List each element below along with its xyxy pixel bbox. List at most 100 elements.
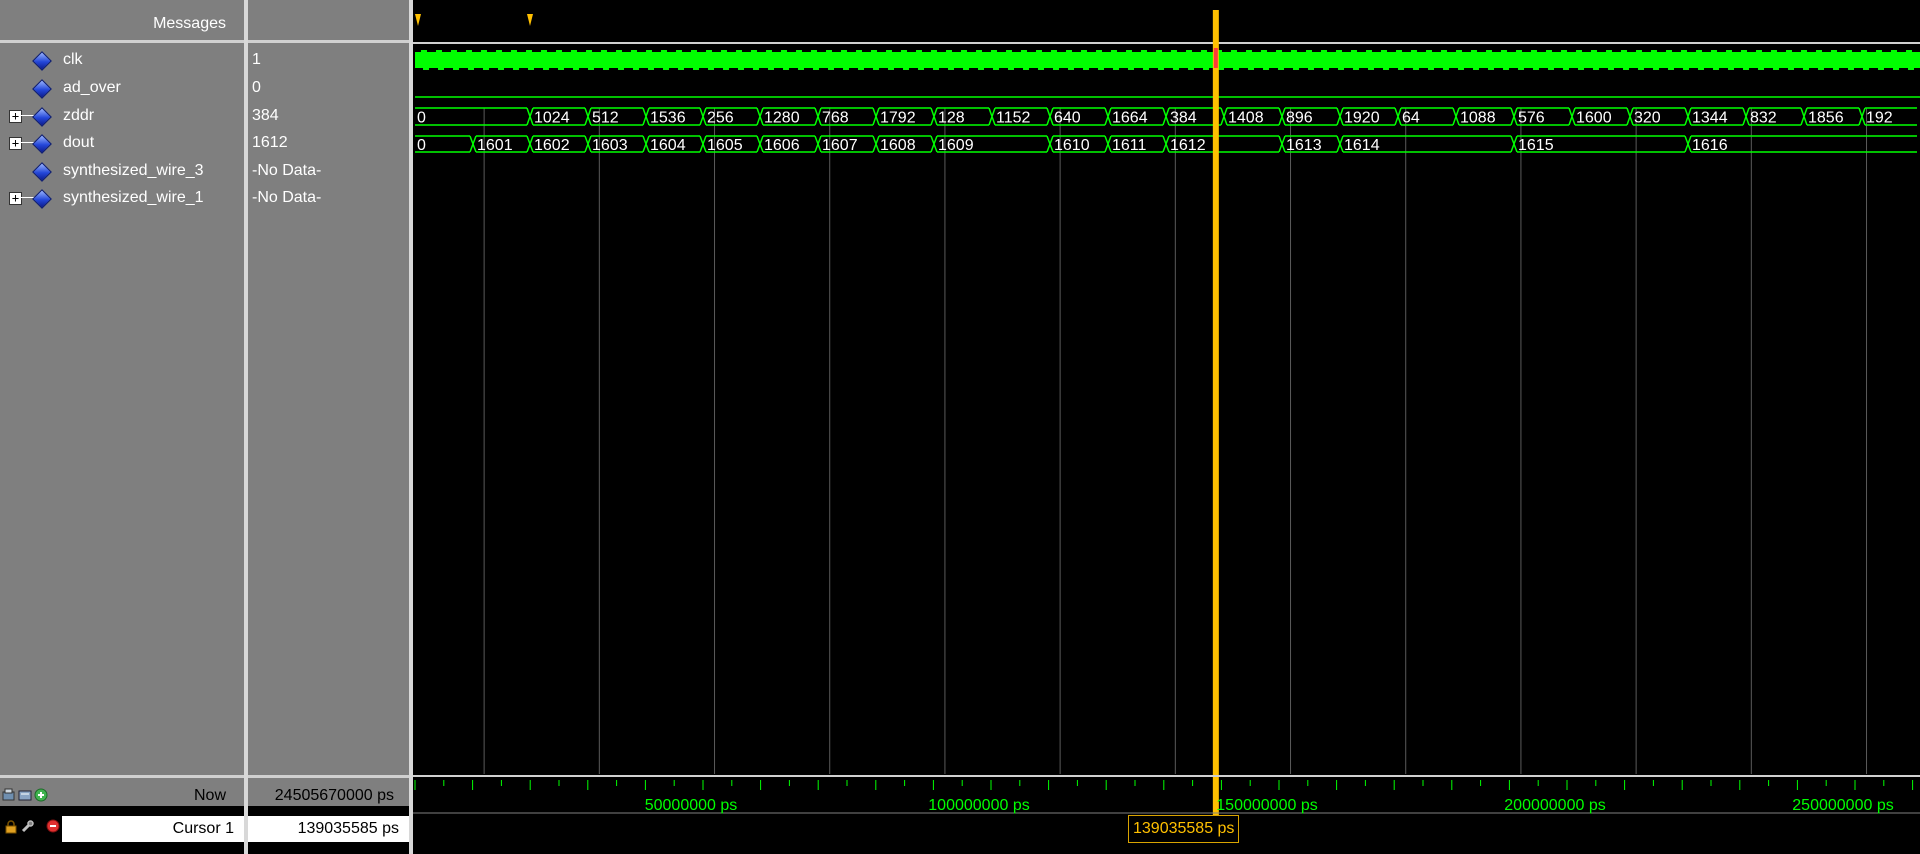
clk-edge xyxy=(571,50,577,52)
dout-value-label: 1603 xyxy=(592,137,628,154)
expand-icon[interactable]: + xyxy=(9,192,22,205)
footer-divider xyxy=(0,775,244,778)
clk-edge xyxy=(721,50,727,52)
cursor-label[interactable]: Cursor 1 xyxy=(62,816,244,842)
zddr-segment xyxy=(415,107,527,126)
pane-splitter[interactable] xyxy=(244,0,248,854)
clk-edge xyxy=(933,68,939,70)
zddr-transition xyxy=(814,107,822,126)
clk-edge xyxy=(1863,68,1869,70)
clk-edge xyxy=(738,68,744,70)
expand-icon[interactable]: + xyxy=(9,110,22,123)
zddr-value-label: 256 xyxy=(707,110,734,127)
clk-edge xyxy=(676,50,682,52)
clk-edge xyxy=(978,68,984,70)
zddr-transition xyxy=(756,107,764,126)
clk-edge xyxy=(1488,68,1494,70)
clk-edge xyxy=(1443,68,1449,70)
clk-edge xyxy=(1248,68,1254,70)
zddr-value-label: 64 xyxy=(1402,110,1420,127)
clk-edge xyxy=(1623,68,1629,70)
clk-edge xyxy=(723,68,729,70)
clk-edge xyxy=(796,50,802,52)
dout-transition xyxy=(699,135,707,153)
clk-edge xyxy=(1711,50,1717,52)
expand-icon[interactable]: + xyxy=(9,137,22,150)
clk-edge xyxy=(528,68,534,70)
clk-edge xyxy=(1263,68,1269,70)
clk-edge xyxy=(1591,50,1597,52)
clk-edge xyxy=(1353,68,1359,70)
dout-value-label: 1615 xyxy=(1518,137,1554,154)
clk-edge xyxy=(946,50,952,52)
signal-name[interactable]: clk xyxy=(63,46,83,73)
clk-edge xyxy=(1606,50,1612,52)
clk-edge xyxy=(1546,50,1552,52)
clk-edge xyxy=(513,68,519,70)
clk-edge xyxy=(1053,68,1059,70)
dout-transition xyxy=(469,135,477,153)
zddr-value-label: 768 xyxy=(822,110,849,127)
clk-edge xyxy=(421,50,427,52)
clk-edge xyxy=(693,68,699,70)
signal-name[interactable]: synthesized_wire_3 xyxy=(63,157,204,184)
wrench-icon[interactable] xyxy=(20,820,34,834)
clk-edge xyxy=(736,50,742,52)
clk-edge xyxy=(858,68,864,70)
clk-edge xyxy=(1293,68,1299,70)
zddr-value-label: 320 xyxy=(1634,110,1661,127)
dout-transition xyxy=(1104,135,1112,153)
clk-edge xyxy=(1186,50,1192,52)
values-footer-divider xyxy=(248,775,409,778)
cursor-time-label[interactable]: 139035585 ps xyxy=(1128,815,1240,843)
clk-edge xyxy=(828,68,834,70)
zddr-value-label: 512 xyxy=(592,110,619,127)
clk-edge xyxy=(661,50,667,52)
clk-edge xyxy=(1486,50,1492,52)
zddr-value-label: 1536 xyxy=(650,110,686,127)
zddr-transition xyxy=(642,107,650,126)
dout-value-label: 1601 xyxy=(477,137,513,154)
zddr-transition xyxy=(1800,107,1808,126)
zoom-icon[interactable] xyxy=(2,788,16,802)
clk-edge xyxy=(573,68,579,70)
clk-edge xyxy=(1338,68,1344,70)
zddr-value-label: 896 xyxy=(1286,110,1313,127)
clk-edge xyxy=(783,68,789,70)
clk-edge xyxy=(1021,50,1027,52)
timeline-label: 100000000 ps xyxy=(928,797,1029,814)
clk-edge xyxy=(1803,68,1809,70)
clk-edge xyxy=(916,50,922,52)
clk-edge xyxy=(813,68,819,70)
clk-edge xyxy=(1246,50,1252,52)
signal-name[interactable]: ad_over xyxy=(63,74,121,101)
dout-transition xyxy=(930,135,938,153)
zddr-transition xyxy=(1510,107,1518,126)
zddr-value-label: 128 xyxy=(938,110,965,127)
clk-edge xyxy=(1051,50,1057,52)
clk-edge xyxy=(498,68,504,70)
clk-edge xyxy=(451,50,457,52)
signal-name[interactable]: dout xyxy=(63,129,94,156)
clk-edge xyxy=(1336,50,1342,52)
zddr-transition xyxy=(1568,107,1576,126)
signal-name[interactable]: zddr xyxy=(63,102,94,129)
dout-value-label: 1613 xyxy=(1286,137,1322,154)
delete-cursor-icon[interactable] xyxy=(46,819,60,833)
clk-edge xyxy=(903,68,909,70)
signal-name[interactable]: synthesized_wire_1 xyxy=(63,184,204,211)
clk-edge xyxy=(646,50,652,52)
zddr-transition xyxy=(584,107,592,126)
add-cursor-icon[interactable] xyxy=(34,788,48,802)
clk-edge xyxy=(753,68,759,70)
lock-icon[interactable] xyxy=(4,820,18,834)
clk-edge xyxy=(633,68,639,70)
clk-edge xyxy=(436,50,442,52)
clk-edge xyxy=(1321,50,1327,52)
clk-edge xyxy=(931,50,937,52)
marker-icon[interactable] xyxy=(18,788,32,802)
waveform-canvas[interactable]: 0 1024 512 1536 256 1280 768 1792 128 1152 640 1664… xyxy=(413,0,1920,854)
clk-edge xyxy=(603,68,609,70)
wave-window[interactable]: 0 1024 512 1536 256 1280 768 1792 128 1152 640 1664… xyxy=(413,0,1920,854)
clk-edge xyxy=(751,50,757,52)
